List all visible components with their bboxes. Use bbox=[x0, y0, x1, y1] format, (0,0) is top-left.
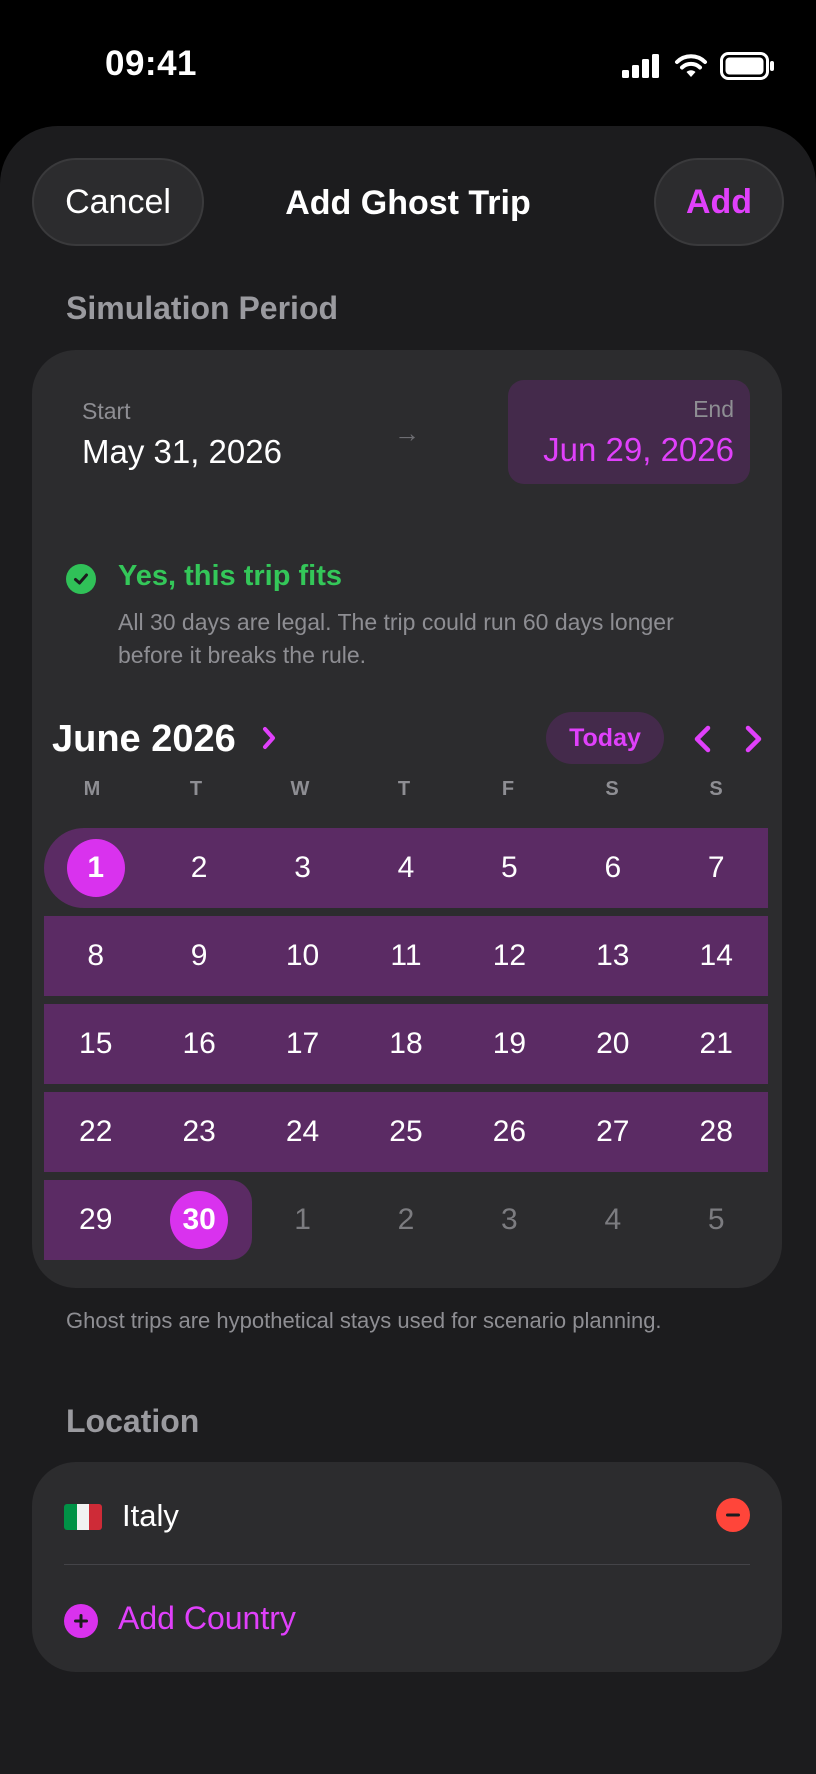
start-date-field[interactable]: Start May 31, 2026 bbox=[82, 398, 282, 471]
add-country-button[interactable]: Add Country bbox=[64, 1592, 750, 1652]
calendar-day[interactable]: 27 bbox=[561, 1092, 664, 1172]
weekday-label: T bbox=[397, 778, 411, 800]
plus-icon bbox=[64, 1604, 98, 1638]
calendar-day[interactable]: 2 bbox=[147, 828, 250, 908]
calendar-week: 29 30 1 2 3 4 5 bbox=[44, 1180, 768, 1260]
calendar-day[interactable]: 14 bbox=[665, 916, 768, 996]
calendar-day-next-month[interactable]: 5 bbox=[665, 1180, 768, 1260]
calendar-day[interactable]: 10 bbox=[251, 916, 354, 996]
calendar-day[interactable]: 15 bbox=[44, 1004, 147, 1084]
next-month-button[interactable] bbox=[738, 720, 768, 758]
calendar-day[interactable]: 7 bbox=[665, 828, 768, 908]
checkmark-icon bbox=[66, 564, 96, 594]
calendar-day-next-month[interactable]: 2 bbox=[354, 1180, 457, 1260]
status-time: 09:41 bbox=[105, 44, 198, 83]
calendar-day[interactable]: 26 bbox=[458, 1092, 561, 1172]
calendar-day[interactable]: 24 bbox=[251, 1092, 354, 1172]
fit-description: All 30 days are legal. The trip could ru… bbox=[118, 609, 674, 668]
calendar-day-next-month[interactable]: 3 bbox=[458, 1180, 561, 1260]
weekday-label: T bbox=[189, 778, 203, 800]
calendar-day[interactable]: 19 bbox=[458, 1004, 561, 1084]
weekday-label: W bbox=[290, 778, 310, 800]
start-label: Start bbox=[82, 398, 131, 424]
country-row: Italy bbox=[64, 1484, 750, 1554]
minus-icon bbox=[726, 1513, 740, 1517]
calendar-day[interactable]: 17 bbox=[251, 1004, 354, 1084]
end-label: End bbox=[693, 396, 734, 422]
calendar-day[interactable]: 4 bbox=[354, 828, 457, 908]
add-country-label: Add Country bbox=[118, 1600, 296, 1636]
location-heading: Location bbox=[66, 1403, 200, 1439]
calendar-day[interactable]: 25 bbox=[354, 1092, 457, 1172]
calendar-day-range-start[interactable]: 1 bbox=[44, 828, 147, 908]
calendar-day[interactable]: 18 bbox=[354, 1004, 457, 1084]
weekday-header: M T W T F S S bbox=[40, 778, 768, 818]
simulation-period-heading: Simulation Period bbox=[66, 290, 339, 326]
calendar-day-next-month[interactable]: 1 bbox=[251, 1180, 354, 1260]
remove-country-button[interactable] bbox=[716, 1498, 750, 1532]
weekday-label: S bbox=[709, 778, 723, 800]
wifi-icon bbox=[675, 54, 707, 77]
calendar-week: 15 16 17 18 19 20 21 bbox=[44, 1004, 768, 1084]
location-card: Italy Add Country bbox=[32, 1462, 782, 1672]
calendar-week: 8 9 10 11 12 13 14 bbox=[44, 916, 768, 996]
calendar-day[interactable]: 6 bbox=[561, 828, 664, 908]
calendar-day[interactable]: 5 bbox=[458, 828, 561, 908]
start-value: May 31, 2026 bbox=[82, 433, 282, 470]
calendar-day[interactable]: 21 bbox=[665, 1004, 768, 1084]
nav-bar: Cancel Add Ghost Trip Add bbox=[0, 158, 816, 248]
end-date-field[interactable]: End Jun 29, 2026 bbox=[508, 380, 750, 484]
end-value: Jun 29, 2026 bbox=[543, 431, 734, 468]
calendar-day[interactable]: 8 bbox=[44, 916, 147, 996]
add-button[interactable]: Add bbox=[654, 158, 784, 246]
calendar-grid: 1 2 3 4 5 6 7 8 9 10 11 12 13 14 15 16 1… bbox=[44, 828, 768, 1268]
calendar-day[interactable]: 29 bbox=[44, 1180, 147, 1260]
month-title[interactable]: June 2026 bbox=[52, 718, 236, 761]
battery-icon bbox=[720, 52, 774, 80]
calendar-day[interactable]: 16 bbox=[147, 1004, 250, 1084]
calendar-day-next-month[interactable]: 4 bbox=[561, 1180, 664, 1260]
cellular-signal-icon bbox=[622, 54, 659, 78]
selected-day: 1 bbox=[66, 839, 125, 897]
status-icons bbox=[622, 52, 776, 80]
arrow-right-icon: → bbox=[394, 418, 420, 448]
calendar-day[interactable]: 28 bbox=[665, 1092, 768, 1172]
weekday-label: S bbox=[605, 778, 619, 800]
simulation-card: Start May 31, 2026 → End Jun 29, 2026 Ye… bbox=[32, 350, 782, 1288]
calendar-week: 1 2 3 4 5 6 7 bbox=[44, 828, 768, 908]
calendar-day[interactable]: 12 bbox=[458, 916, 561, 996]
fit-title: Yes, this trip fits bbox=[118, 560, 342, 592]
calendar-day[interactable]: 9 bbox=[147, 916, 250, 996]
ghost-trip-footnote: Ghost trips are hypothetical stays used … bbox=[66, 1308, 662, 1333]
previous-month-button[interactable] bbox=[688, 720, 718, 758]
weekday-label: M bbox=[83, 778, 101, 800]
italy-flag-icon bbox=[64, 1504, 102, 1530]
calendar-week: 22 23 24 25 26 27 28 bbox=[44, 1092, 768, 1172]
status-bar: 09:41 bbox=[0, 0, 816, 120]
weekday-label: F bbox=[501, 778, 515, 800]
divider bbox=[64, 1564, 750, 1565]
chevron-right-icon[interactable] bbox=[260, 720, 280, 756]
calendar-day-range-end[interactable]: 30 bbox=[147, 1180, 250, 1260]
calendar-header: June 2026 Today bbox=[52, 712, 762, 768]
calendar-day[interactable]: 13 bbox=[561, 916, 664, 996]
country-name: Italy bbox=[122, 1498, 179, 1533]
calendar-day[interactable]: 20 bbox=[561, 1004, 664, 1084]
calendar-day[interactable]: 23 bbox=[147, 1092, 250, 1172]
calendar-day[interactable]: 11 bbox=[354, 916, 457, 996]
calendar-day[interactable]: 3 bbox=[251, 828, 354, 908]
selected-day: 30 bbox=[170, 1191, 229, 1249]
calendar-day[interactable]: 22 bbox=[44, 1092, 147, 1172]
today-button[interactable]: Today bbox=[546, 712, 664, 764]
